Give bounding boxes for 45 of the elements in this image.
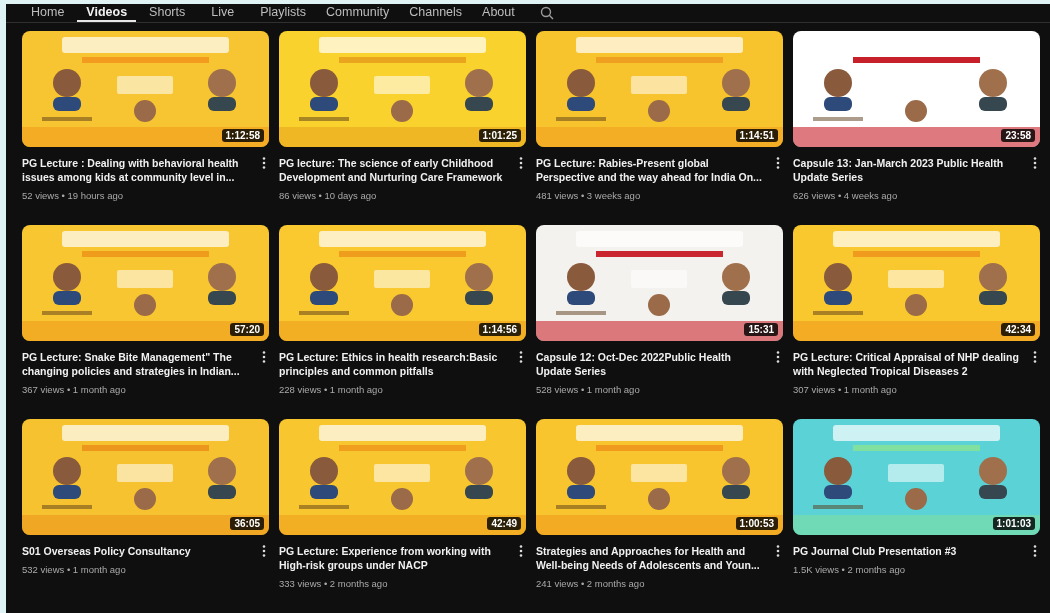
video-meta: 333 views • 2 months ago xyxy=(279,578,389,589)
duration-badge: 1:01:25 xyxy=(478,129,521,142)
video-title[interactable]: Capsule 12: Oct-Dec 2022Public Health Update Series xyxy=(536,350,769,378)
duration-badge: 1:00:53 xyxy=(735,517,778,530)
search-icon[interactable] xyxy=(539,6,554,20)
video-title[interactable]: S01 Overseas Policy Consultancy xyxy=(22,544,255,558)
video-meta: 528 views • 1 month ago xyxy=(536,384,641,395)
video-meta: 367 views • 1 month ago xyxy=(22,384,127,395)
duration-badge: 42:49 xyxy=(487,517,521,530)
duration-badge: 1:01:03 xyxy=(992,517,1035,530)
video-title[interactable]: PG Lecture: Snake Bite Management" The changing policies and strategies in Indian... xyxy=(22,350,255,378)
video-meta: 626 views • 4 weeks ago xyxy=(793,190,899,201)
channel-tab[interactable]: Channels xyxy=(400,4,472,22)
video-meta: 307 views • 1 month ago xyxy=(793,384,898,395)
duration-badge: 36:05 xyxy=(230,517,264,530)
channel-tab[interactable]: About xyxy=(473,4,524,22)
video-title[interactable]: Capsule 13: Jan-March 2023 Public Health Update Series xyxy=(793,156,1026,184)
duration-badge: 1:14:56 xyxy=(478,323,521,336)
duration-badge: 1:14:51 xyxy=(735,129,778,142)
channel-tab[interactable]: Shorts xyxy=(140,4,195,22)
duration-badge: 57:20 xyxy=(230,323,264,336)
video-meta: 228 views • 1 month ago xyxy=(279,384,384,395)
video-meta: 532 views • 1 month ago xyxy=(22,564,127,575)
channel-tab[interactable]: Live xyxy=(202,4,244,22)
video-title[interactable]: PG Lecture: Experience from working with High-risk groups under NACP xyxy=(279,544,512,572)
duration-badge: 23:58 xyxy=(1001,129,1035,142)
duration-badge: 1:12:58 xyxy=(221,129,264,142)
video-meta: 1.5K views • 2 months ago xyxy=(793,564,907,575)
channel-tab[interactable]: Community xyxy=(317,4,399,22)
video-title[interactable]: PG Lecture: Critical Appraisal of NHP dealing with Neglected Tropical Diseases 2 xyxy=(793,350,1026,378)
duration-badge: 42:34 xyxy=(1001,323,1035,336)
video-meta: 86 views • 10 days ago xyxy=(279,190,378,201)
channel-tab[interactable]: Home xyxy=(22,4,74,22)
video-meta: 481 views • 3 weeks ago xyxy=(536,190,642,201)
video-title[interactable]: Strategies and Approaches for Health and Well-being Needs of Adolescents and Youn... xyxy=(536,544,769,572)
video-title[interactable]: PG Lecture: Ethics in health research:Basic principles and common pitfalls xyxy=(279,350,512,378)
video-title[interactable]: PG Lecture : Dealing with behavioral health issues among kids at community level in... xyxy=(22,156,255,184)
video-title[interactable]: PG lecture: The science of early Childhood Development and Nurturing Care Framework xyxy=(279,156,512,184)
video-meta: 52 views • 19 hours ago xyxy=(22,190,125,201)
video-title[interactable]: PG Lecture: Rabies-Present global Perspective and the way ahead for India On... xyxy=(536,156,769,184)
video-meta: 241 views • 2 months ago xyxy=(536,578,646,589)
channel-tab[interactable]: Videos xyxy=(77,4,137,22)
video-title[interactable]: PG Journal Club Presentation #3 xyxy=(793,544,1026,558)
duration-badge: 15:31 xyxy=(744,323,778,336)
channel-tab[interactable]: Playlists xyxy=(251,4,316,22)
